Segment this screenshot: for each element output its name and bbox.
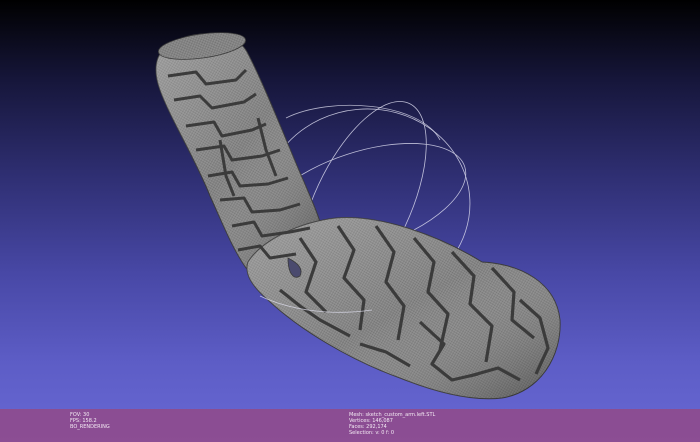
mesh-scene[interactable] [0, 0, 700, 442]
render-info: FOV: 30 FPS: 158.2 BO_RENDERING [70, 412, 110, 430]
selection-readout: Selection: v: 0 f: 0 [349, 430, 395, 436]
3d-viewport[interactable]: FOV: 30 FPS: 158.2 BO_RENDERING Mesh: sk… [0, 0, 700, 442]
mesh-info: Mesh: sketch_custom_arm.left.STL Vertice… [349, 412, 435, 436]
status-bar: FOV: 30 FPS: 158.2 BO_RENDERING Mesh: sk… [0, 409, 700, 442]
mesh-model[interactable] [155, 28, 561, 400]
render-mode-readout: BO_RENDERING [70, 424, 110, 430]
